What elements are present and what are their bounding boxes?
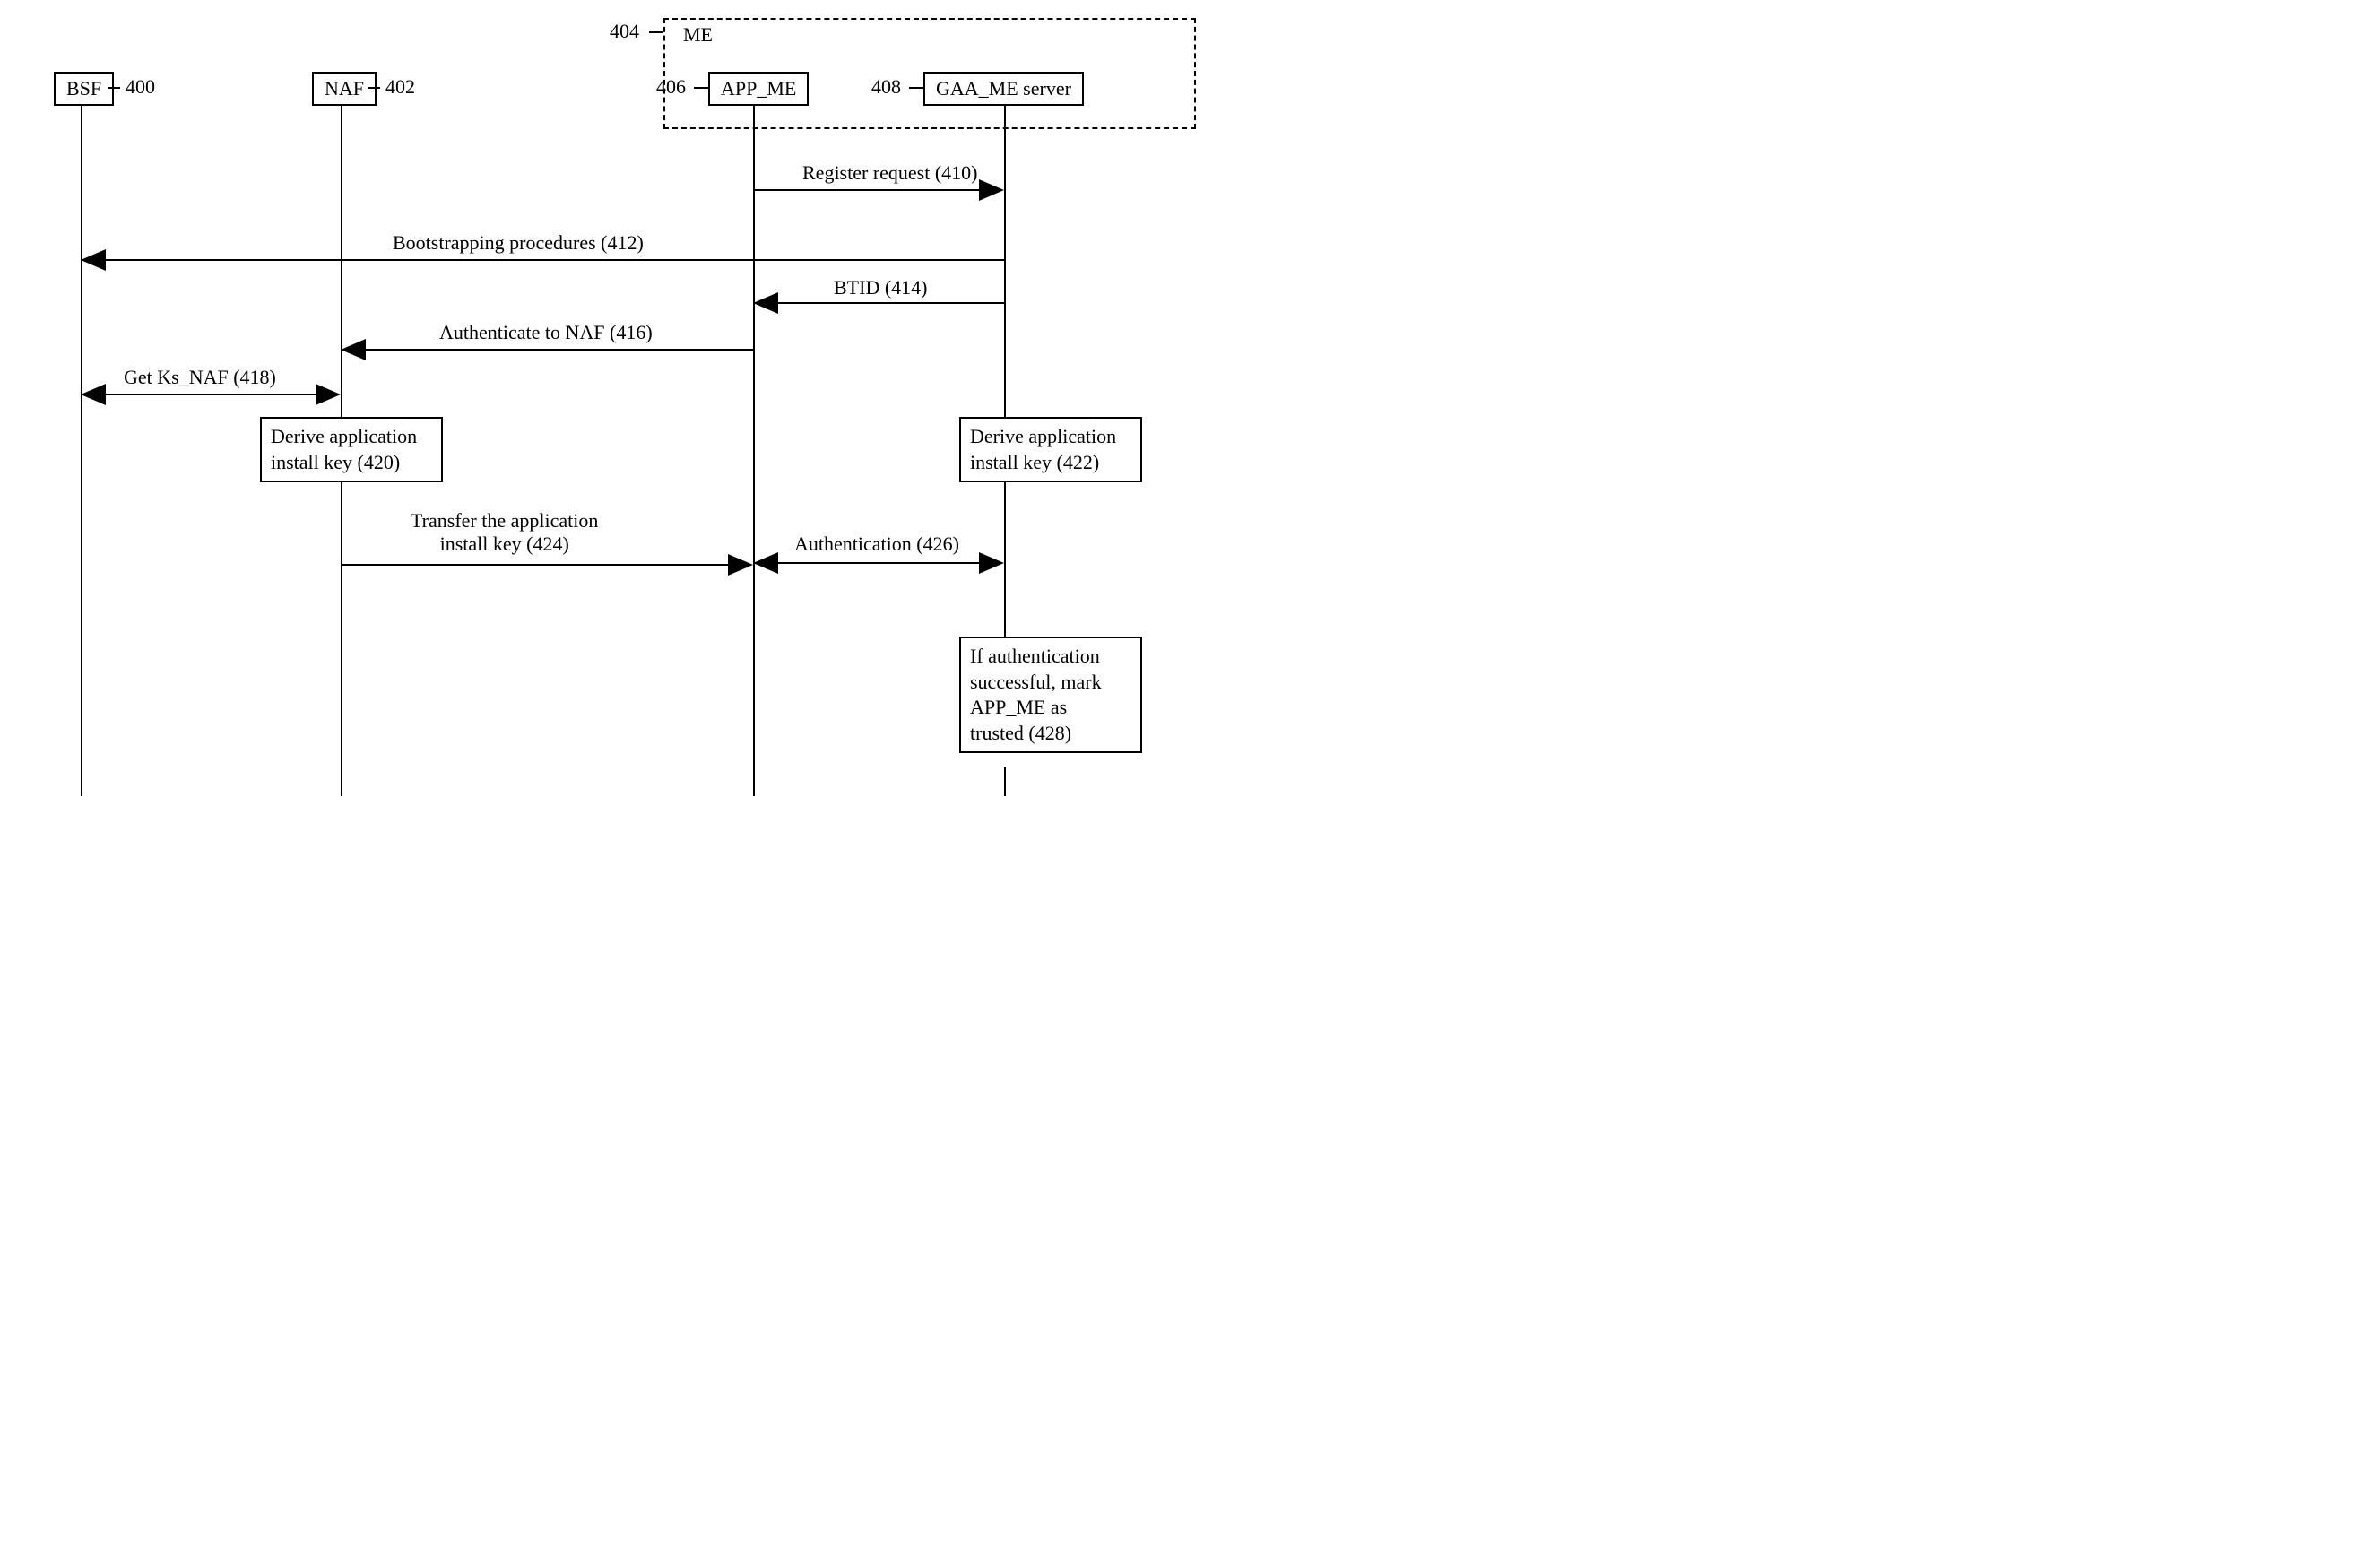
step-derive-422: Derive application install key (422): [959, 417, 1142, 482]
actor-naf: NAF: [312, 72, 377, 106]
ref-402: 402: [385, 75, 415, 99]
step-derive-420: Derive application install key (420): [260, 417, 443, 482]
msg-register-request: Register request (410): [802, 161, 978, 185]
step-428-l1: If authentication: [970, 645, 1100, 667]
step-428-l4: trusted (428): [970, 722, 1071, 744]
lifeline-app-me: [753, 106, 755, 796]
sequence-diagram: ME BSF NAF APP_ME GAA_ME server 400 402 …: [18, 18, 1201, 807]
actor-gaa-me: GAA_ME server: [923, 72, 1084, 106]
ref-408: 408: [871, 75, 901, 99]
actor-app-me: APP_ME: [708, 72, 809, 106]
step-428-l2: successful, mark: [970, 671, 1102, 693]
step-420-l1: Derive application: [271, 425, 417, 447]
ref-tick-404: [649, 31, 663, 33]
msg-get-ksnaf: Get Ks_NAF (418): [124, 366, 276, 389]
lifeline-gaa-me-top: [1004, 106, 1006, 417]
lifeline-gaa-me-bot: [1004, 767, 1006, 796]
actor-bsf: BSF: [54, 72, 114, 106]
msg-transfer-key: Transfer the application install key (42…: [411, 509, 598, 556]
lifeline-gaa-me-mid: [1004, 482, 1006, 637]
ref-tick-400: [108, 87, 120, 89]
step-422-l1: Derive application: [970, 425, 1116, 447]
msg-transfer-key-l2: install key (424): [440, 533, 569, 555]
msg-btid: BTID (414): [834, 276, 927, 299]
ref-400: 400: [126, 75, 155, 99]
msg-authentication: Authentication (426): [794, 533, 959, 556]
step-422-l2: install key (422): [970, 451, 1099, 473]
step-420-l2: install key (420): [271, 451, 400, 473]
ref-406: 406: [656, 75, 686, 99]
me-label: ME: [683, 23, 713, 47]
step-mark-trusted-428: If authentication successful, mark APP_M…: [959, 637, 1142, 753]
ref-tick-406: [694, 87, 708, 89]
lifeline-bsf: [81, 106, 82, 796]
step-428-l3: APP_ME as: [970, 696, 1067, 718]
msg-transfer-key-l1: Transfer the application: [411, 509, 598, 532]
ref-404: 404: [610, 20, 639, 43]
msg-auth-naf: Authenticate to NAF (416): [439, 321, 653, 344]
ref-tick-408: [909, 87, 923, 89]
ref-tick-402: [368, 87, 380, 89]
msg-bootstrapping: Bootstrapping procedures (412): [393, 231, 644, 255]
